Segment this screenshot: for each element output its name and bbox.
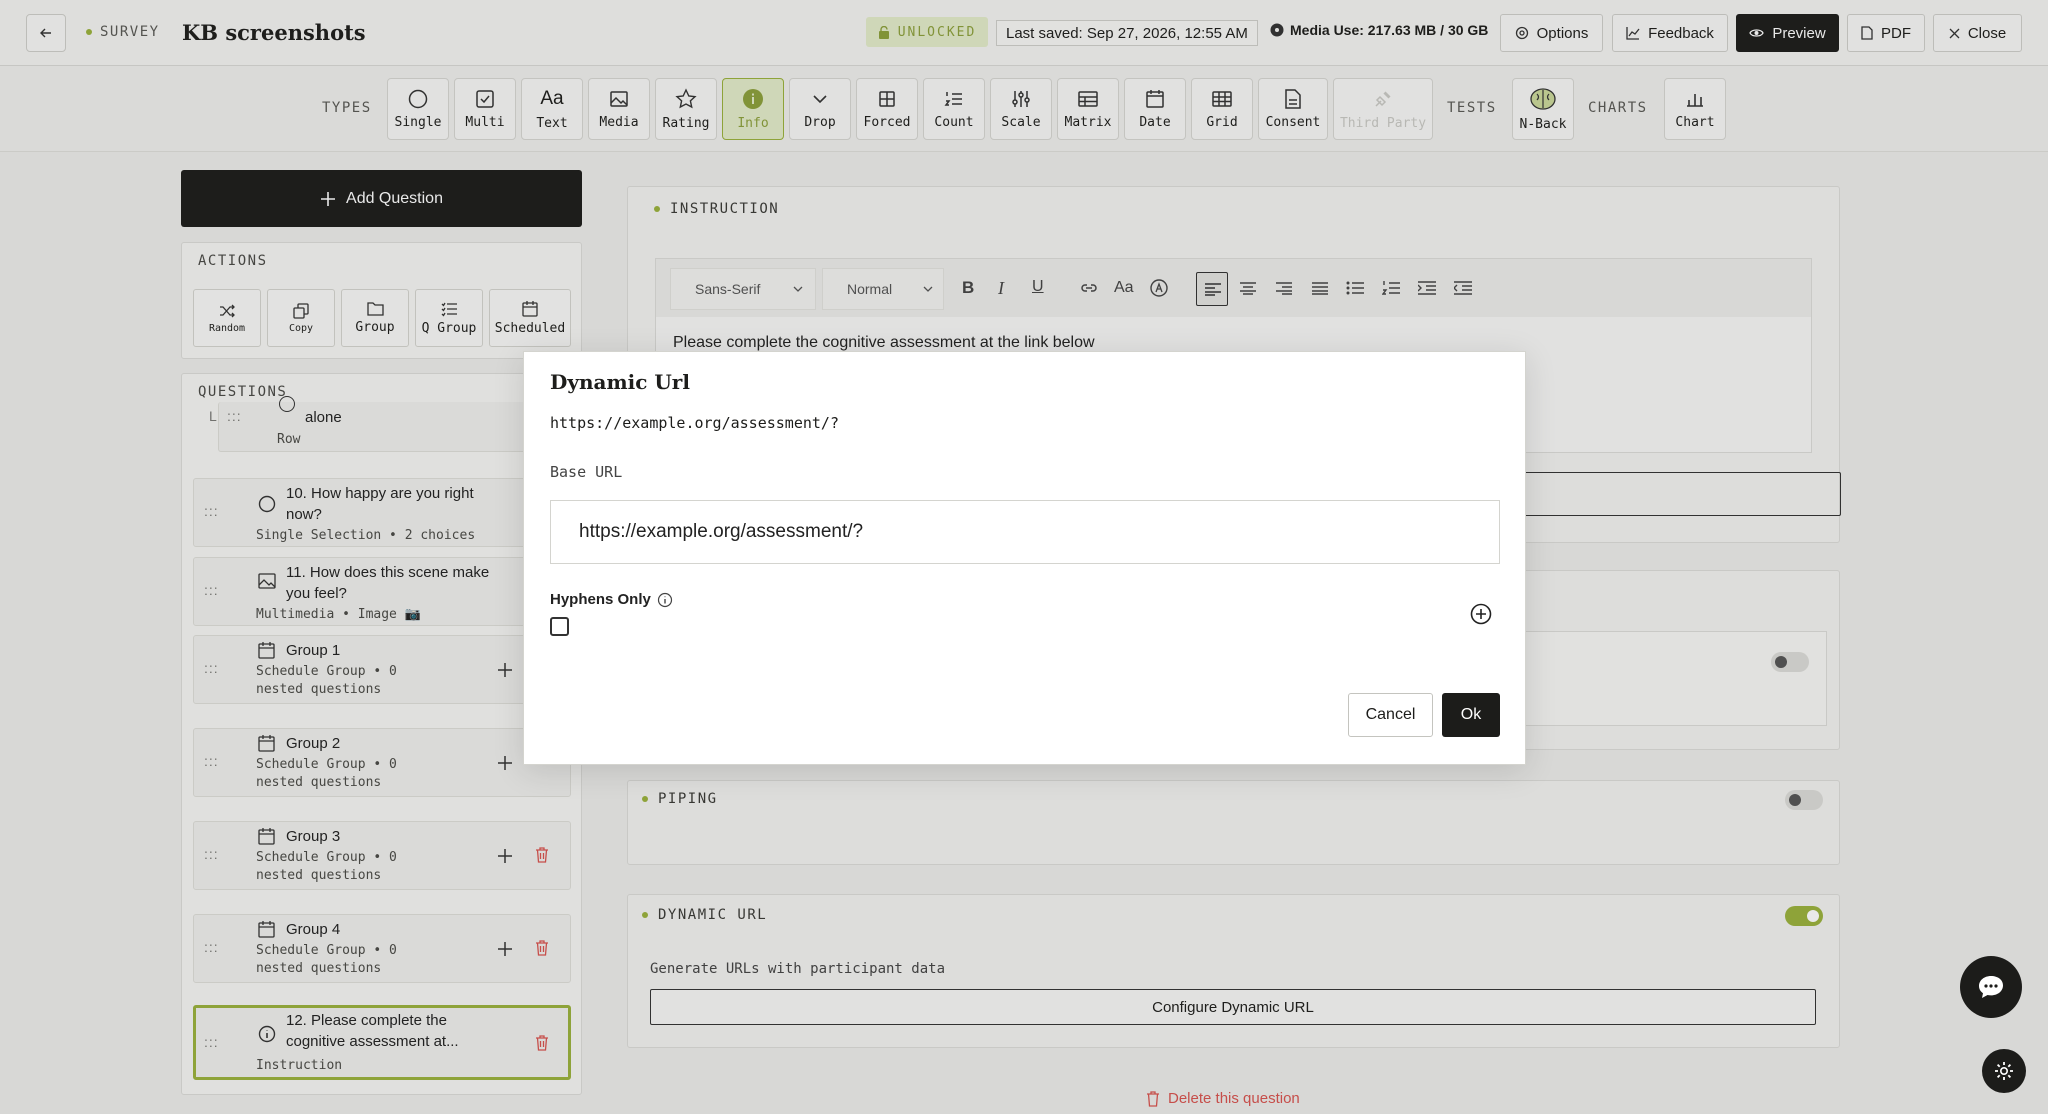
- add-parameter-icon[interactable]: [1470, 603, 1492, 625]
- cancel-button[interactable]: Cancel: [1348, 693, 1433, 737]
- ok-button[interactable]: Ok: [1442, 693, 1500, 737]
- chat-bubble-icon: [1979, 976, 2003, 998]
- info-icon[interactable]: [657, 592, 673, 608]
- settings-button[interactable]: [1982, 1049, 2026, 1093]
- hyphens-only-label: Hyphens Only: [550, 591, 673, 608]
- hyphens-only-checkbox[interactable]: [550, 617, 569, 636]
- url-preview: https://example.org/assessment/?: [550, 414, 839, 432]
- base-url-label: Base URL: [550, 463, 623, 481]
- dynamic-url-dialog: Dynamic Url https://example.org/assessme…: [523, 351, 1526, 765]
- chat-button[interactable]: [1960, 956, 2022, 1018]
- base-url-input[interactable]: https://example.org/assessment/?: [550, 500, 1500, 564]
- dialog-title: Dynamic Url: [550, 370, 690, 394]
- gear-icon: [1995, 1062, 2013, 1080]
